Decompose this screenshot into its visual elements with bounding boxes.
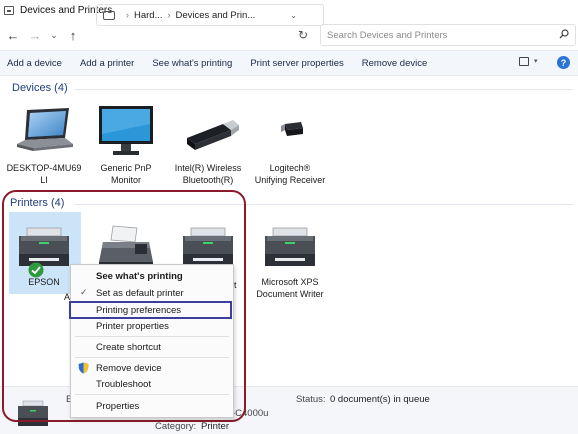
group-divider (74, 89, 574, 90)
device-label: Microsoft XPS Document Writer (256, 277, 324, 299)
see-whats-printing-button[interactable]: See what's printing (152, 58, 232, 69)
printers-group-header[interactable]: Printers (4) (10, 197, 64, 209)
add-device-button[interactable]: Add a device (7, 58, 62, 69)
device-logitech-receiver[interactable]: Logitech® Unifying Receiver (250, 104, 330, 186)
menu-separator (75, 336, 229, 337)
shield-icon (78, 362, 89, 374)
add-printer-button[interactable]: Add a printer (80, 58, 134, 69)
laptop-icon (17, 108, 73, 151)
obscured-label-fragment: t (234, 280, 237, 290)
device-label: Logitech® Unifying Receiver (254, 163, 326, 185)
device-label: Generic PnP Monitor (100, 163, 152, 185)
address-dropdown-chevron-icon[interactable]: ⌄ (290, 11, 297, 20)
printer-microsoft-xps[interactable]: Microsoft XPS Document Writer (250, 222, 330, 300)
devices-group-title: Devices (4) (12, 82, 68, 94)
printer-icon (19, 227, 69, 266)
menu-item-create-shortcut[interactable]: Create shortcut (96, 342, 161, 353)
menu-separator (75, 394, 229, 395)
menu-item-printer-properties[interactable]: Printer properties (96, 321, 169, 332)
usb-dongle-icon (187, 120, 239, 150)
command-bar: Add a device Add a printer See what's pr… (0, 50, 578, 76)
breadcrumb-item-hardware[interactable]: Hard... (134, 10, 163, 21)
menu-item-troubleshoot[interactable]: Troubleshoot (96, 379, 151, 390)
menu-item-set-default-printer[interactable]: Set as default printer (96, 288, 184, 299)
device-generic-monitor[interactable]: Generic PnP Monitor (86, 104, 166, 186)
usb-receiver-icon (281, 122, 303, 136)
menu-item-remove-device[interactable]: Remove device (96, 363, 161, 374)
recent-locations-chevron-icon[interactable]: ⌄ (46, 24, 62, 46)
devices-printers-app-icon (4, 5, 14, 15)
status-label: Status: (296, 394, 326, 405)
up-arrow-icon[interactable]: ↑ (62, 24, 84, 46)
category-value: Printer (201, 421, 229, 432)
print-server-properties-button[interactable]: Print server properties (250, 58, 343, 69)
category-label: Category: (155, 421, 197, 432)
default-printer-checkmark-icon (28, 262, 44, 278)
breadcrumb-item-devices-printers[interactable]: Devices and Prin... (176, 10, 256, 21)
device-label: DESKTOP-4MU69 LI (6, 163, 82, 185)
selected-device-model: -C4000u (232, 408, 269, 419)
forward-arrow-icon[interactable]: → (24, 24, 46, 46)
annotation-highlight-box (69, 301, 232, 319)
back-arrow-icon[interactable]: ← (2, 24, 24, 46)
help-icon[interactable]: ? (557, 56, 570, 69)
printer-icon (18, 400, 48, 426)
device-intel-bluetooth[interactable]: Intel(R) Wireless Bluetooth(R) (168, 104, 248, 186)
device-label: Intel(R) Wireless Bluetooth(R) (174, 163, 242, 185)
devices-group-header[interactable]: Devices (4) (10, 82, 68, 94)
remove-device-button[interactable]: Remove device (362, 58, 427, 69)
control-panel-icon (103, 10, 115, 20)
refresh-icon[interactable]: ↻ (298, 28, 308, 42)
printers-group-title: Printers (4) (10, 197, 65, 209)
menu-item-see-whats-printing[interactable]: See what's printing (96, 271, 183, 282)
menu-separator (75, 357, 229, 358)
device-desktop[interactable]: DESKTOP-4MU69 LI (4, 104, 84, 186)
search-icon[interactable] (559, 29, 569, 39)
search-box[interactable] (320, 24, 576, 46)
group-divider (74, 204, 574, 205)
menu-item-properties[interactable]: Properties (96, 401, 139, 412)
breadcrumb-separator-icon: › (167, 10, 171, 20)
monitor-icon (99, 106, 153, 155)
view-options-chevron-icon[interactable]: ▾ (534, 57, 538, 65)
context-menu: See what's printing ✓ Set as default pri… (70, 264, 234, 418)
checkmark-icon: ✓ (80, 287, 88, 297)
breadcrumb[interactable]: › Hard... › Devices and Prin... ⌄ (96, 4, 324, 26)
status-value: 0 document(s) in queue (330, 394, 430, 405)
change-view-icon[interactable] (519, 57, 529, 66)
breadcrumb-separator-icon: › (126, 10, 129, 20)
printer-icon (265, 227, 315, 266)
search-input[interactable] (327, 29, 557, 41)
